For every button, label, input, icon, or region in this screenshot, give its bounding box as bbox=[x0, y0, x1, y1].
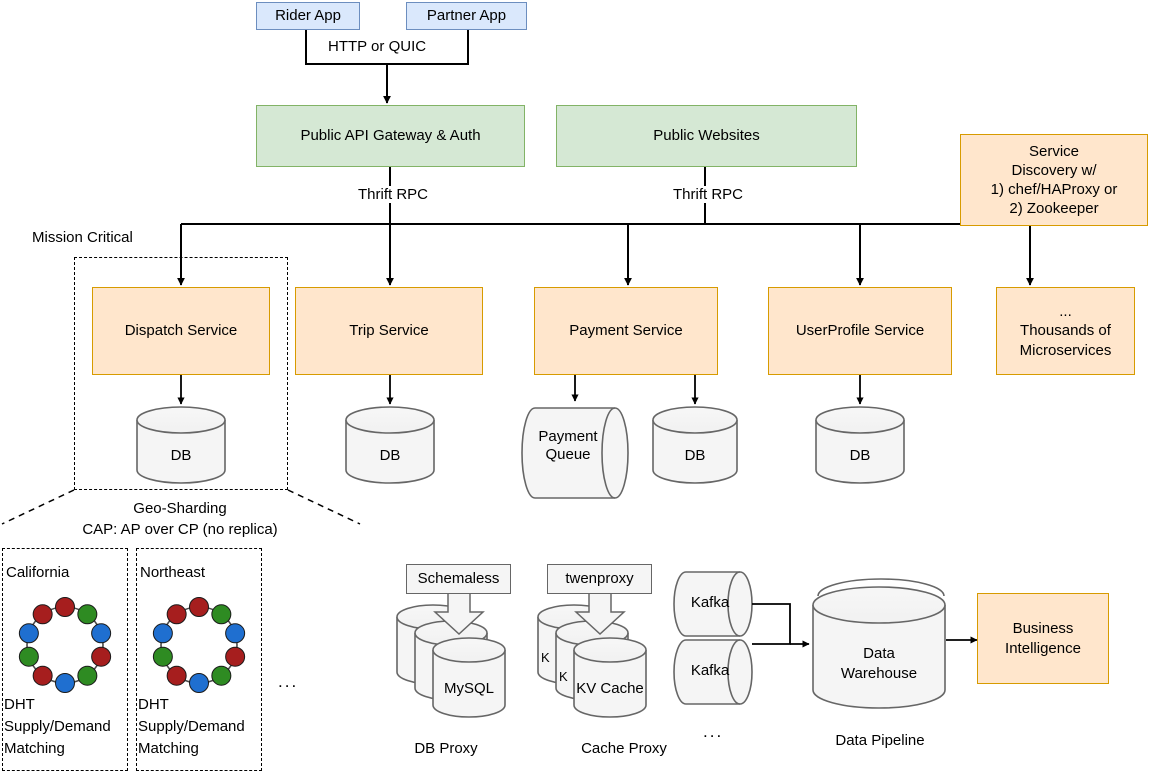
storage-caption-db-proxy: DB Proxy bbox=[414, 740, 478, 757]
shard-caption-northeast-line1: DHT bbox=[138, 696, 169, 713]
sink-label-line1: Business bbox=[1012, 620, 1074, 638]
edge-tier-box-api-gateway[interactable]: Public API Gateway & Auth bbox=[256, 105, 525, 167]
queue-label-kafka-1: Kafka bbox=[690, 594, 730, 611]
shard-region-california bbox=[2, 548, 128, 771]
data-pipeline-caption: Data Pipeline bbox=[835, 732, 925, 749]
microservices-line: Thousands of bbox=[1020, 322, 1111, 340]
proxy-label: Schemaless bbox=[417, 570, 500, 588]
shard-caption-california-line1: DHT bbox=[4, 696, 35, 713]
warehouse-label-line2: Warehouse bbox=[840, 665, 918, 682]
service-box-trip-service[interactable]: Trip Service bbox=[295, 287, 483, 375]
geo-sharding-line1: Geo-Sharding bbox=[133, 500, 227, 517]
db-label-userprofile: DB bbox=[849, 447, 871, 464]
client-label: Rider App bbox=[275, 7, 341, 25]
proxy-label: twenproxy bbox=[565, 570, 634, 588]
kafka-merge-bracket bbox=[752, 603, 791, 645]
stack-kvcache bbox=[537, 604, 647, 718]
service-discovery-line: Discovery w/ bbox=[1011, 161, 1097, 179]
store-label-mysql: MySQL bbox=[443, 680, 494, 697]
edge-label-thrift-rpc-left: Thrift RPC bbox=[354, 186, 433, 203]
microservices-line: Microservices bbox=[1019, 341, 1112, 359]
client-label: Partner App bbox=[426, 7, 507, 25]
store-label-kvcache: KV Cache bbox=[576, 680, 644, 697]
sink-box-business-intelligence[interactable]: Business Intelligence bbox=[977, 593, 1109, 684]
shard-region-label-northeast: Northeast bbox=[140, 564, 206, 581]
shard-region-northeast bbox=[136, 548, 262, 771]
service-box-userprofile-service[interactable]: UserProfile Service bbox=[768, 287, 952, 375]
client-box-partner-app[interactable]: Partner App bbox=[406, 2, 527, 30]
service-label: Dispatch Service bbox=[124, 322, 238, 340]
sink-label-line2: Intelligence bbox=[1005, 639, 1081, 657]
shard-region-label-california: California bbox=[6, 564, 70, 581]
cylinder-data-warehouse bbox=[812, 578, 946, 709]
proxy-box-twenproxy[interactable]: twenproxy bbox=[547, 564, 652, 594]
mission-critical-label: Mission Critical bbox=[32, 229, 133, 246]
cylinder-payment-db bbox=[652, 406, 738, 484]
service-box-more-microservices[interactable]: ... Thousands of Microservices bbox=[996, 287, 1135, 375]
warehouse-label-line1: Data bbox=[863, 645, 895, 662]
db-label-trip: DB bbox=[379, 447, 401, 464]
proxy-box-schemaless[interactable]: Schemaless bbox=[406, 564, 511, 594]
db-label-dispatch: DB bbox=[170, 447, 192, 464]
arrow-schemaless-to-mysql bbox=[433, 591, 485, 636]
service-discovery-line: Service bbox=[1028, 142, 1080, 160]
db-label-payment: DB bbox=[684, 447, 706, 464]
edge-label-thrift-rpc-right: Thrift RPC bbox=[669, 186, 748, 203]
service-label: UserProfile Service bbox=[795, 322, 925, 340]
service-label: Trip Service bbox=[349, 322, 429, 340]
shard-caption-northeast-line2: Supply/Demand bbox=[138, 718, 245, 735]
service-discovery-line: 2) Zookeeper bbox=[1009, 200, 1099, 218]
microservices-line: ... bbox=[1059, 303, 1072, 321]
shard-ellipsis: ... bbox=[278, 672, 299, 691]
cylinder-userprofile-db bbox=[815, 406, 905, 484]
shard-caption-california-line2: Supply/Demand bbox=[4, 718, 111, 735]
cylinder-trip-db bbox=[345, 406, 435, 484]
storage-caption-cache-proxy: Cache Proxy bbox=[581, 740, 667, 757]
architecture-diagram: Rider App Partner App HTTP or QUIC Publi… bbox=[0, 0, 1149, 771]
client-box-rider-app[interactable]: Rider App bbox=[256, 2, 360, 30]
shard-caption-california-line3: Matching bbox=[4, 740, 65, 757]
queue-label-payment-line1: Payment bbox=[538, 428, 598, 445]
kafka-ellipsis: ... bbox=[703, 722, 724, 741]
stack-ghost-label-k2: K bbox=[559, 669, 568, 684]
service-box-payment-service[interactable]: Payment Service bbox=[534, 287, 718, 375]
service-discovery-box[interactable]: Service Discovery w/ 1) chef/HAProxy or … bbox=[960, 134, 1148, 226]
stack-ghost-label-k1: K bbox=[541, 650, 550, 665]
shard-caption-northeast-line3: Matching bbox=[138, 740, 199, 757]
arrow-twenproxy-to-kvcache bbox=[574, 591, 626, 636]
service-label: Payment Service bbox=[569, 322, 683, 340]
edge-tier-label: Public API Gateway & Auth bbox=[300, 127, 481, 145]
geo-sharding-line2: CAP: AP over CP (no replica) bbox=[82, 521, 278, 538]
stack-mysql bbox=[396, 604, 506, 718]
service-box-dispatch-service[interactable]: Dispatch Service bbox=[92, 287, 270, 375]
edge-tier-label: Public Websites bbox=[653, 127, 760, 145]
queue-label-payment-line2: Queue bbox=[545, 446, 591, 463]
service-discovery-line: 1) chef/HAProxy or bbox=[990, 181, 1118, 198]
edge-label-client-protocol: HTTP or QUIC bbox=[324, 38, 431, 55]
edge-tier-box-public-websites[interactable]: Public Websites bbox=[556, 105, 857, 167]
queue-label-kafka-2: Kafka bbox=[690, 662, 730, 679]
